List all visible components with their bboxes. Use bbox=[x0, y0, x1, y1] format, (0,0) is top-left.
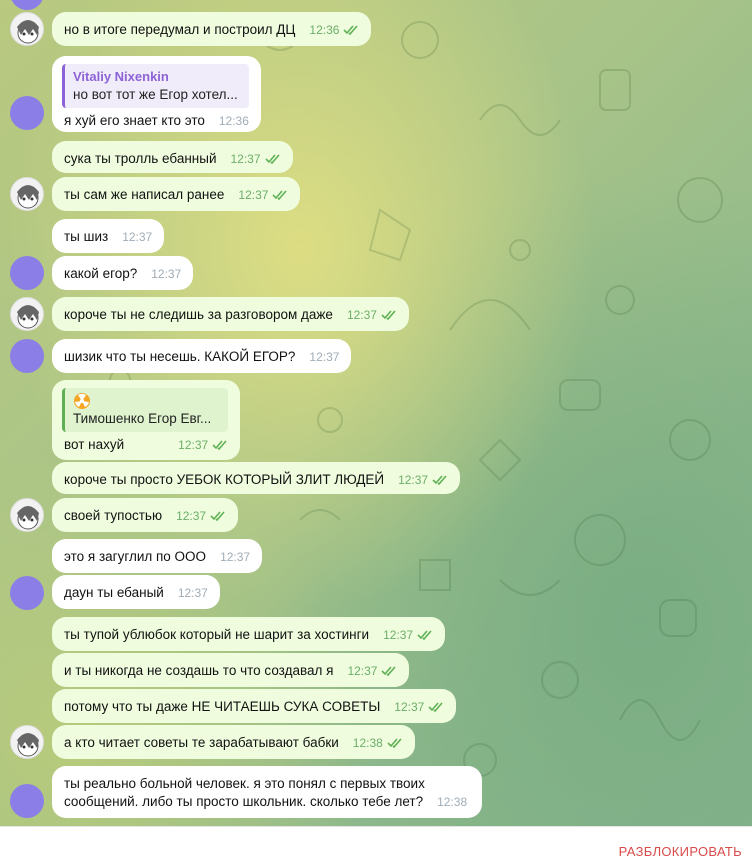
message-text: шизик что ты несешь. КАКОЙ ЕГОР? bbox=[64, 349, 296, 364]
reply-text: но вот тот же Егор хотел... bbox=[73, 87, 238, 102]
read-ticks-icon bbox=[381, 310, 396, 320]
read-ticks-icon bbox=[272, 190, 288, 200]
read-ticks-icon bbox=[428, 702, 443, 712]
message-time: 12:36 bbox=[218, 114, 249, 128]
message[interactable]: ты реально больной человек. я это понял … bbox=[52, 766, 482, 818]
message-text-line: сообщений. либо ты просто школьник. скол… bbox=[64, 794, 424, 809]
reply-quote[interactable]: Тимошенко Егор Евг... bbox=[62, 388, 229, 432]
avatar[interactable] bbox=[10, 12, 44, 46]
message-text: своей тупостью bbox=[64, 508, 163, 523]
message-time: 12:37 bbox=[398, 473, 429, 487]
reply-quote[interactable]: Vitaliy Nixenkin но вот тот же Егор хоте… bbox=[62, 64, 249, 108]
message-text: ты шиз bbox=[64, 229, 109, 244]
message-time: 12:37 bbox=[151, 267, 182, 281]
message-text: потому что ты даже НЕ ЧИТАЕШЬ СУКА СОВЕТ… bbox=[64, 699, 381, 714]
avatar[interactable] bbox=[10, 96, 44, 130]
reply-author: Vitaliy Nixenkin bbox=[73, 69, 169, 84]
message[interactable]: короче ты просто УЕБОК КОТОРЫЙ ЗЛИТ ЛЮДЕ… bbox=[52, 462, 461, 494]
message[interactable]: это я загуглил по ООО 12:37 bbox=[52, 539, 263, 573]
reply-text: Тимошенко Егор Евг... bbox=[73, 411, 212, 426]
message-text: но в итоге передумал и построил ДЦ bbox=[64, 22, 296, 37]
read-ticks-icon bbox=[387, 738, 402, 748]
avatar[interactable] bbox=[10, 339, 44, 373]
avatar[interactable] bbox=[10, 784, 44, 818]
message[interactable]: и ты никогда не создашь то что создавал … bbox=[52, 653, 410, 687]
avatar[interactable] bbox=[10, 297, 44, 331]
message-text: сука ты тролль ебанный bbox=[64, 151, 217, 166]
avatar[interactable] bbox=[10, 177, 44, 211]
message[interactable]: Тимошенко Егор Евг... вот нахуй 12:37 bbox=[52, 380, 241, 460]
message-time: 12:38 bbox=[352, 736, 383, 750]
unblock-button[interactable]: РАЗБЛОКИРОВАТЬ bbox=[619, 844, 742, 859]
message-time: 12:37 bbox=[122, 230, 153, 244]
message-text: ты тупой ублюбок который не шарит за хос… bbox=[64, 627, 370, 642]
message-time: 12:37 bbox=[177, 586, 208, 600]
message-text: ты сам же написал ранее bbox=[64, 187, 225, 202]
message-time: 12:37 bbox=[383, 628, 414, 642]
message[interactable]: сука ты тролль ебанный 12:37 bbox=[52, 141, 293, 173]
message-text: а кто читает советы те зарабатывают бабк… bbox=[64, 735, 339, 750]
read-ticks-icon bbox=[381, 666, 397, 676]
message-time: 12:37 bbox=[347, 664, 378, 678]
message-time: 12:37 bbox=[176, 509, 207, 523]
message-time: 12:36 bbox=[309, 23, 340, 37]
message-text: даун ты ебаный bbox=[64, 585, 164, 600]
message[interactable]: шизик что ты несешь. КАКОЙ ЕГОР? 12:37 bbox=[52, 339, 352, 373]
message-time: 12:38 bbox=[437, 795, 468, 809]
read-ticks-icon bbox=[343, 25, 359, 35]
message-text: вот нахуй bbox=[64, 437, 125, 452]
message-text: короче ты просто УЕБОК КОТОРЫЙ ЗЛИТ ЛЮДЕ… bbox=[64, 472, 385, 487]
message[interactable]: короче ты не следишь за разговором даже 1… bbox=[52, 297, 409, 331]
message-time: 12:37 bbox=[220, 550, 251, 564]
avatar[interactable] bbox=[10, 725, 44, 759]
message-text-line: ты реально больной человек. я это понял … bbox=[64, 776, 425, 791]
read-ticks-icon bbox=[212, 440, 227, 450]
message[interactable]: Vitaliy Nixenkin но вот тот же Егор хоте… bbox=[52, 56, 261, 132]
read-ticks-icon bbox=[417, 630, 432, 640]
bottom-bar: РАЗБЛОКИРОВАТЬ bbox=[0, 826, 752, 867]
avatar[interactable] bbox=[10, 256, 44, 290]
avatar[interactable] bbox=[10, 576, 44, 610]
message-text: это я загуглил по ООО bbox=[64, 549, 207, 564]
message-time: 12:37 bbox=[230, 152, 261, 166]
message[interactable]: ты шиз 12:37 bbox=[52, 219, 165, 253]
message[interactable]: но в итоге передумал и построил ДЦ 12:36 bbox=[52, 12, 372, 46]
message[interactable]: а кто читает советы те зарабатывают бабк… bbox=[52, 725, 415, 759]
message-time: 12:37 bbox=[309, 350, 340, 364]
message[interactable]: своей тупостью 12:37 bbox=[52, 498, 239, 532]
message-text: я хуй его знает кто это bbox=[64, 113, 205, 128]
read-ticks-icon bbox=[210, 511, 225, 521]
read-ticks-icon bbox=[264, 154, 280, 164]
message-text: какой егор? bbox=[64, 266, 138, 281]
message[interactable]: какой егор? 12:37 bbox=[52, 256, 194, 290]
message[interactable]: ты сам же написал ранее 12:37 bbox=[52, 177, 301, 211]
message-text: и ты никогда не создашь то что создавал … bbox=[64, 663, 334, 678]
message-time: 12:37 bbox=[238, 188, 269, 202]
message-time: 12:37 bbox=[346, 308, 377, 322]
message[interactable]: потому что ты даже НЕ ЧИТАЕШЬ СУКА СОВЕТ… bbox=[52, 689, 457, 723]
message-time: 12:37 bbox=[394, 700, 425, 714]
read-ticks-icon bbox=[432, 475, 447, 485]
chat-area: но в итоге передумал и построил ДЦ 12:36 … bbox=[0, 0, 752, 826]
message-time: 12:37 bbox=[178, 438, 209, 452]
message[interactable]: ты тупой ублюбок который не шарит за хос… bbox=[52, 617, 446, 651]
message-text: короче ты не следишь за разговором даже bbox=[64, 307, 333, 322]
radioactive-icon bbox=[74, 393, 90, 409]
avatar[interactable] bbox=[10, 498, 44, 532]
message[interactable]: даун ты ебаный 12:37 bbox=[52, 575, 220, 609]
